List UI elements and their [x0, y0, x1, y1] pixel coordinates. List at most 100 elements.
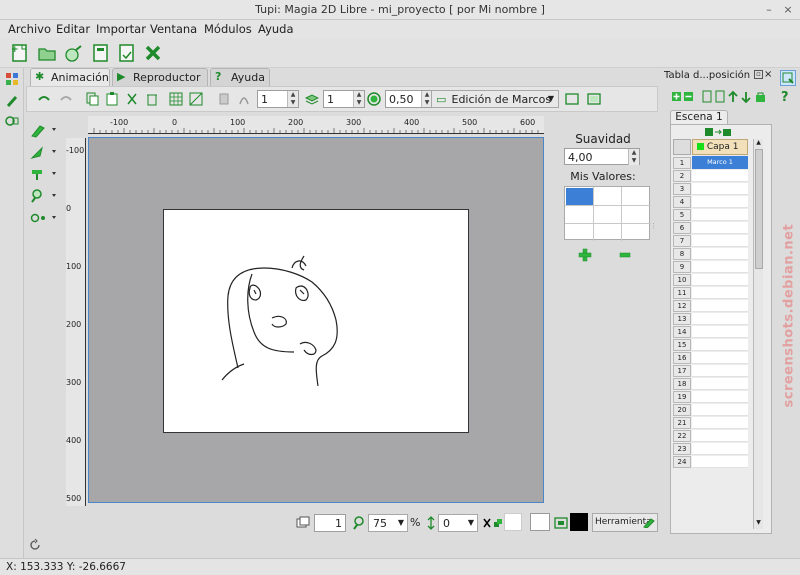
- frame-cell[interactable]: [692, 248, 748, 260]
- stroke-color-swatch[interactable]: [570, 513, 588, 531]
- new-project-icon[interactable]: +: [10, 43, 30, 63]
- layer-header-capa-1[interactable]: Capa 1: [692, 139, 748, 155]
- frame-cell[interactable]: [692, 443, 748, 455]
- frame-cell[interactable]: [692, 261, 748, 273]
- selection-tool-icon[interactable]: [30, 144, 60, 160]
- menu-importar[interactable]: Importar: [96, 22, 146, 36]
- next-frames-icon[interactable]: [237, 92, 251, 106]
- undock-icon[interactable]: ▫: [754, 70, 763, 79]
- menu-modulos[interactable]: Módulos: [204, 22, 252, 36]
- opacity-spinbox[interactable]: 0,50 ▲ ▼: [385, 90, 433, 108]
- frame-cell[interactable]: [692, 274, 748, 286]
- save-icon[interactable]: [91, 43, 111, 63]
- copy-icon[interactable]: [85, 92, 99, 106]
- current-frame-field[interactable]: 1: [314, 514, 346, 532]
- open-network-icon[interactable]: [64, 43, 84, 63]
- close-panel-icon[interactable]: ×: [764, 69, 772, 80]
- frame-cell[interactable]: [692, 404, 748, 416]
- panel-resize-icon[interactable]: ⋮: [650, 222, 657, 232]
- spin-arrows-icon[interactable]: ▲ ▼: [287, 91, 298, 107]
- frame-cell[interactable]: [692, 183, 748, 195]
- spin-arrows-icon[interactable]: ▲ ▼: [628, 149, 639, 165]
- frame-cell[interactable]: [692, 378, 748, 390]
- minimize-button[interactable]: –: [762, 3, 776, 16]
- frame-cell[interactable]: [692, 196, 748, 208]
- vertical-scrollbar[interactable]: ▲ ▼: [753, 139, 763, 529]
- help-icon: ?: [215, 70, 222, 83]
- edit-mode-select[interactable]: ▭ Edición de Marcos ▼: [431, 90, 559, 108]
- fullscreen-icon[interactable]: [565, 92, 579, 106]
- opacity-icon[interactable]: [367, 92, 381, 106]
- scrollbar-thumb[interactable]: [755, 149, 763, 269]
- tab-animacion[interactable]: ✱ Animación: [30, 68, 110, 86]
- frame-cell[interactable]: [692, 456, 748, 468]
- tab-escena-1[interactable]: Escena 1: [670, 110, 728, 124]
- zoom-select[interactable]: 75 ▼: [368, 514, 408, 532]
- library-icon[interactable]: [5, 114, 19, 128]
- menu-ventana[interactable]: Ventana: [150, 22, 197, 36]
- help-panel-icon[interactable]: ?: [781, 90, 795, 105]
- stroke-color-icon: [554, 516, 568, 530]
- undo-icon[interactable]: [37, 92, 51, 106]
- smoothness-spinbox[interactable]: 4,00 ▲ ▼: [564, 148, 640, 165]
- frame-cell[interactable]: [692, 300, 748, 312]
- my-values-table[interactable]: [564, 186, 651, 241]
- frame-cell[interactable]: [692, 287, 748, 299]
- swap-colors-icon[interactable]: [482, 516, 504, 530]
- zoom-tool-icon[interactable]: [30, 188, 60, 204]
- save-as-icon[interactable]: [117, 43, 137, 63]
- add-frame-icon[interactable]: [703, 127, 735, 137]
- frame-cell[interactable]: [692, 352, 748, 364]
- paste-icon[interactable]: [105, 92, 119, 106]
- row-number: 20: [673, 404, 691, 416]
- frame-cell[interactable]: [692, 313, 748, 325]
- frame-cell[interactable]: [692, 339, 748, 351]
- grid-icon[interactable]: [169, 92, 183, 106]
- background-color-swatch[interactable]: [530, 513, 550, 531]
- exposure-sheet-toggle-icon[interactable]: [780, 70, 796, 86]
- layers-icon[interactable]: [304, 92, 320, 106]
- previous-frames-icon[interactable]: [217, 92, 231, 106]
- remove-value-icon[interactable]: [618, 248, 632, 262]
- brush-icon[interactable]: [5, 94, 19, 108]
- menu-ayuda[interactable]: Ayuda: [258, 22, 294, 36]
- onion-frames-spinbox[interactable]: 1 ▲ ▼: [257, 90, 299, 108]
- redo-icon[interactable]: [59, 92, 73, 106]
- workspace[interactable]: [88, 137, 544, 503]
- onion-layers-spinbox[interactable]: 1 ▲ ▼: [323, 90, 365, 108]
- add-value-icon[interactable]: [578, 248, 592, 262]
- frame-cell[interactable]: [692, 365, 748, 377]
- ruler-label: 0: [66, 204, 72, 213]
- menu-editar[interactable]: Editar: [56, 22, 90, 36]
- refresh-icon[interactable]: [28, 538, 42, 552]
- delete-icon[interactable]: [145, 92, 159, 106]
- layer-visibility-icon[interactable]: [697, 143, 704, 150]
- tab-reproductor[interactable]: ▶ Reproductor: [112, 68, 208, 86]
- close-button[interactable]: ×: [781, 3, 795, 16]
- frame-cell[interactable]: [692, 235, 748, 247]
- safe-area-icon[interactable]: [189, 92, 203, 106]
- spin-arrows-icon[interactable]: ▲ ▼: [353, 91, 364, 107]
- close-project-icon[interactable]: [143, 43, 163, 63]
- pencil-tool-icon[interactable]: [30, 122, 60, 138]
- menu-archivo[interactable]: Archivo: [8, 22, 51, 36]
- frame-cell[interactable]: [692, 326, 748, 338]
- modules-icon[interactable]: [5, 72, 19, 86]
- frame-cell[interactable]: [692, 430, 748, 442]
- drawing-canvas[interactable]: [163, 209, 469, 433]
- tab-ayuda[interactable]: ? Ayuda: [210, 68, 270, 86]
- frame-cell[interactable]: [692, 209, 748, 221]
- preview-icon[interactable]: [587, 92, 601, 106]
- rotation-select[interactable]: 0 ▼: [438, 514, 478, 532]
- cut-icon[interactable]: [125, 92, 139, 106]
- frame-cell[interactable]: [692, 170, 748, 182]
- frame-cell[interactable]: [692, 222, 748, 234]
- menu-bar: Archivo Editar Importar Ventana Módulos …: [0, 20, 800, 38]
- frame-cell[interactable]: [692, 417, 748, 429]
- motion-tween-icon[interactable]: [30, 210, 60, 226]
- open-folder-icon[interactable]: [37, 43, 57, 63]
- frame-cell[interactable]: [692, 391, 748, 403]
- fill-tool-icon[interactable]: [30, 166, 60, 182]
- fill-color-swatch[interactable]: [504, 513, 522, 531]
- row-number: 12: [673, 300, 691, 312]
